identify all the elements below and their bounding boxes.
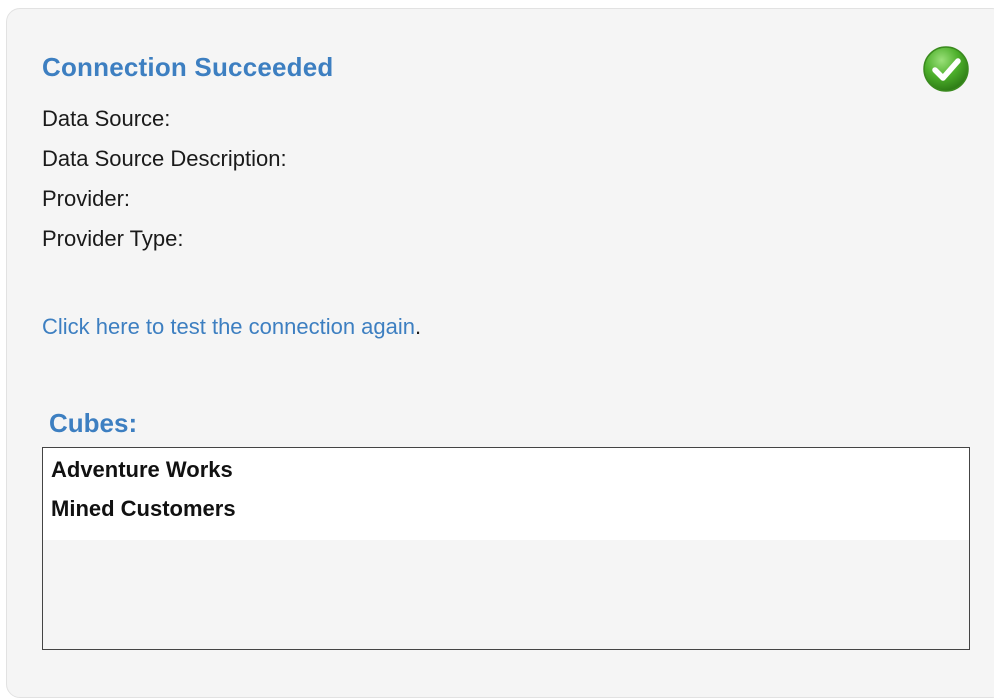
cubes-heading: Cubes: <box>49 408 138 438</box>
data-source-description-label: Data Source Description: <box>42 146 287 171</box>
cubes-items: Adventure Works Mined Customers <box>43 448 969 540</box>
data-source-description-row: Data Source Description: <box>42 146 293 172</box>
provider-type-row: Provider Type: <box>42 226 189 252</box>
cube-item-mined-customers[interactable]: Mined Customers <box>43 495 969 534</box>
cube-item-adventure-works[interactable]: Adventure Works <box>43 456 969 495</box>
test-connection-again-link[interactable]: Click here to test the connection again <box>42 314 415 339</box>
provider-type-label: Provider Type: <box>42 226 184 251</box>
connection-status-title: Connection Succeeded <box>42 52 334 82</box>
data-source-row: Data Source: <box>42 106 176 132</box>
check-circle-icon <box>923 46 969 92</box>
retest-suffix: . <box>415 314 422 339</box>
provider-row: Provider: <box>42 186 136 212</box>
provider-label: Provider: <box>42 186 131 211</box>
retest-line: Click here to test the connection again. <box>42 314 421 340</box>
data-source-label: Data Source: <box>42 106 171 131</box>
cubes-listbox[interactable]: Adventure Works Mined Customers <box>42 447 970 650</box>
